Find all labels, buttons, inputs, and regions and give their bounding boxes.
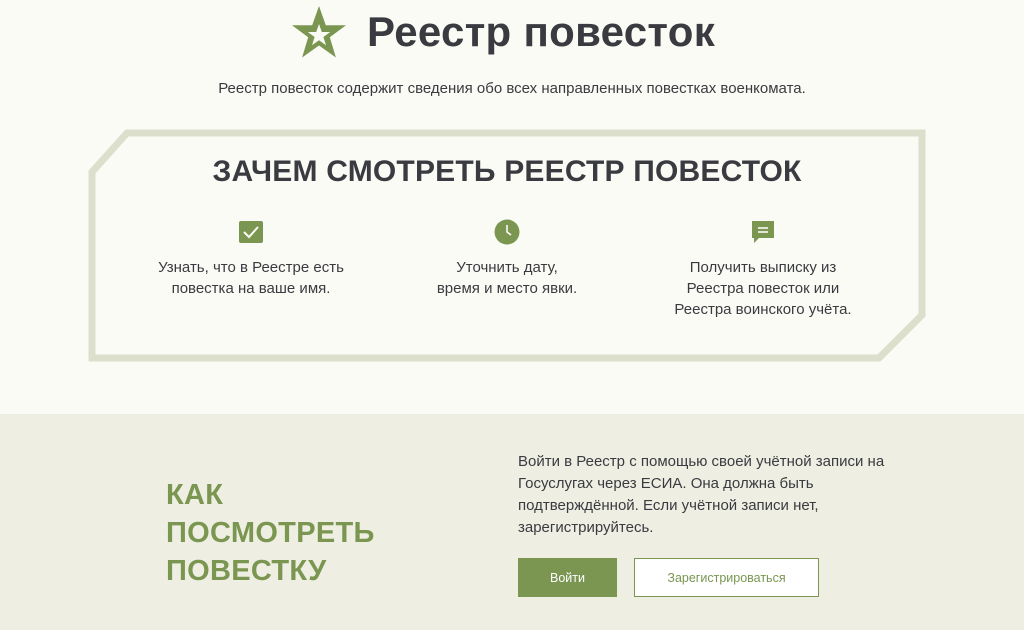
feature-text: Получить выписку из Реестра повесток или… [674,259,852,318]
header: Реестр повесток [0,0,1024,70]
feature-text: Узнать, что в Реестре есть повестка на в… [158,259,344,297]
feature-text: Уточнить дату, время и место явки. [436,259,578,297]
clock-icon [494,219,520,245]
document-message-icon [750,219,776,245]
feature-item-date: Уточнить дату, время и место явки. [367,219,647,299]
login-button[interactable]: Войти [518,558,617,597]
page-title: Реестр повесток [367,8,716,55]
how-title: КАК ПОСМОТРЕТЬ ПОВЕСТКУ [166,479,375,587]
army-star-icon [290,5,348,61]
register-button[interactable]: Зарегистрироваться [634,558,819,597]
why-title: ЗАЧЕМ СМОТРЕТЬ РЕЕСТР ПОВЕСТОК [212,155,802,188]
top-section: Реестр повесток Реестр повесток содержит… [0,0,1024,414]
envelope-check-icon [238,219,264,245]
intro-text: Реестр повесток содержит сведения обо вс… [218,80,806,97]
login-instructions: Войти в Реестр с помощью своей учётной з… [518,453,885,536]
feature-item-extract: Получить выписку из Реестра повесток или… [623,219,903,320]
feature-item-summons: Узнать, что в Реестре есть повестка на в… [111,219,391,299]
